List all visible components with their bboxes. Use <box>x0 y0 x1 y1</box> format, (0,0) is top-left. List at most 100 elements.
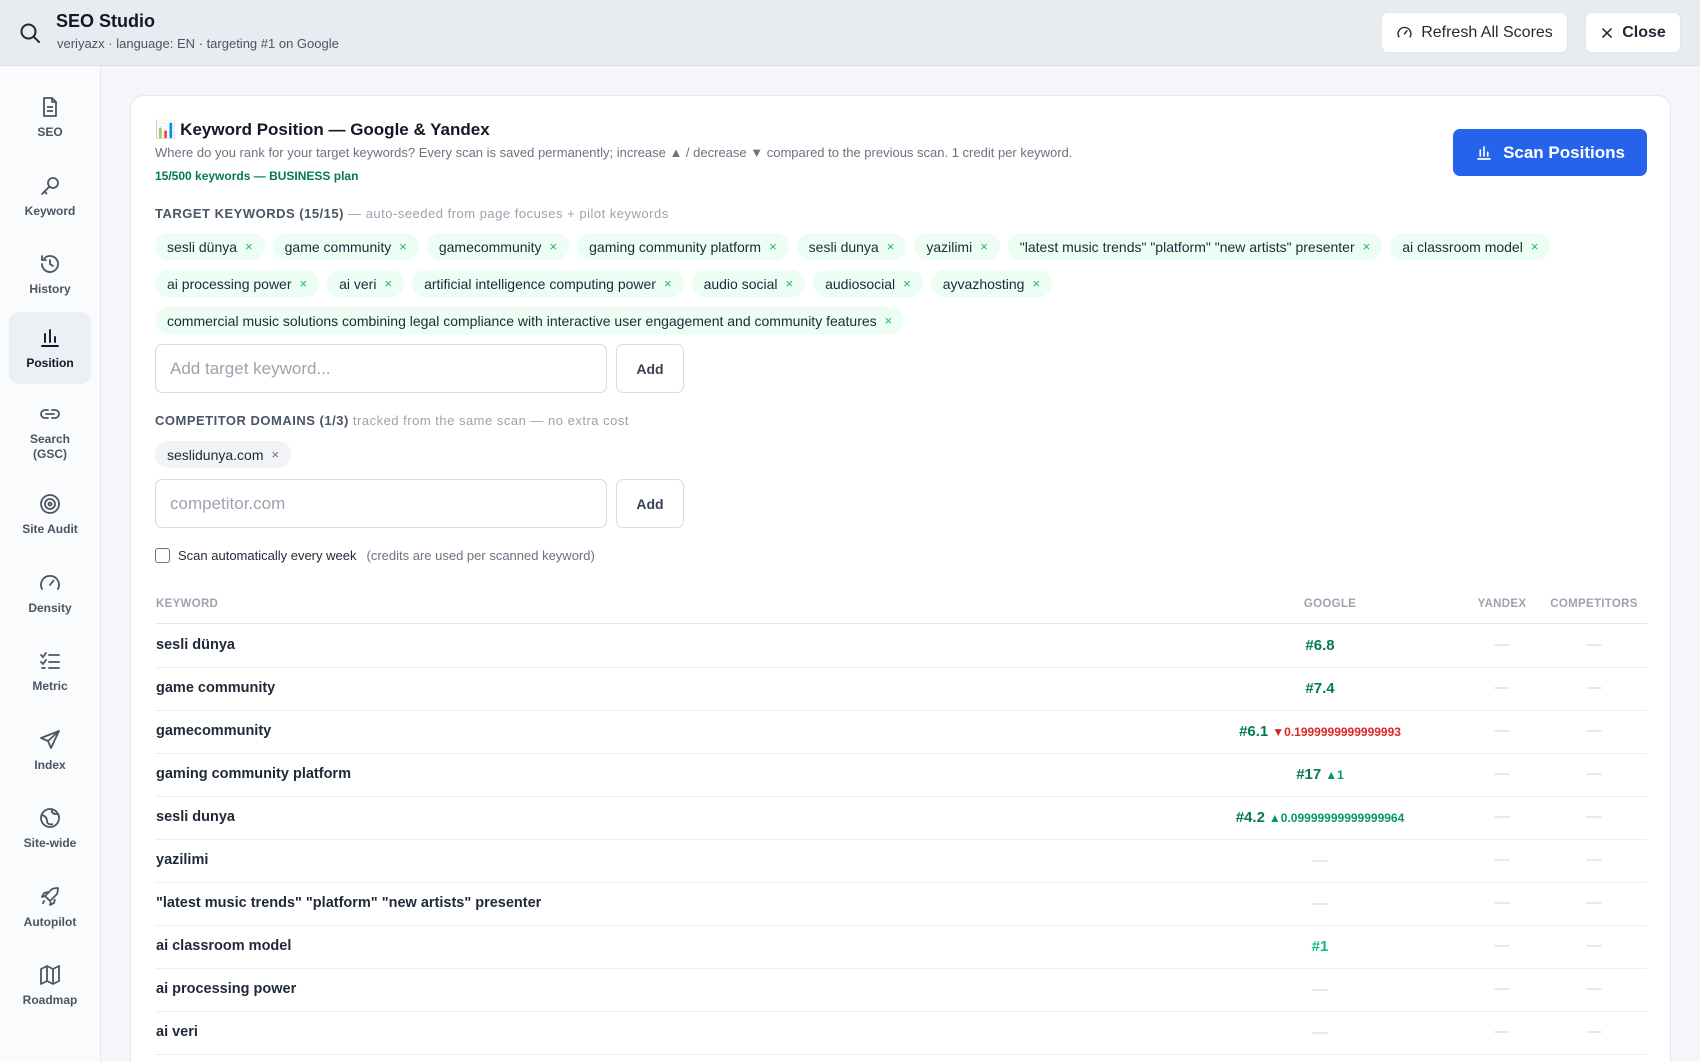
table-row: yazilimi — — — <box>155 839 1647 883</box>
competitor-chip-label: seslidunya.com <box>167 446 264 463</box>
column-competitors: COMPETITORS <box>1550 598 1638 610</box>
row-keyword: ai classroom model <box>156 938 292 954</box>
keyword-chip: gaming community platform × <box>577 233 789 260</box>
table-row: "latest music trends" "platform" "new ar… <box>155 882 1647 926</box>
keyword-chip: ai veri × <box>327 270 405 297</box>
keyword-chip: artificial intelligence computing power × <box>412 270 684 297</box>
yandex-cell: — <box>1494 636 1510 653</box>
keyword-input[interactable] <box>155 344 607 393</box>
add-competitor-button[interactable]: Add <box>616 479 684 528</box>
remove-chip-icon[interactable]: × <box>245 239 253 254</box>
refresh-label: Refresh All Scores <box>1421 23 1553 41</box>
yandex-cell: — <box>1494 679 1510 696</box>
sidebar-item-label: Metric <box>32 678 68 693</box>
column-yandex: YANDEX <box>1477 598 1527 610</box>
remove-chip-icon[interactable]: × <box>272 447 280 462</box>
table-row: ai processing power — — — <box>155 968 1647 1012</box>
remove-chip-icon[interactable]: × <box>885 313 893 328</box>
row-keyword: sesli dunya <box>156 809 235 825</box>
keyword-chip: "latest music trends" "platform" "new ar… <box>1007 233 1383 260</box>
remove-chip-icon[interactable]: × <box>1363 239 1371 254</box>
weekly-scan-label: Scan automatically every week <box>178 548 357 563</box>
checklist-icon <box>40 651 60 669</box>
remove-chip-icon[interactable]: × <box>1531 239 1539 254</box>
keyword-chip-label: audio social <box>703 275 778 292</box>
sidebar-item-keyword[interactable]: Keyword <box>9 160 91 232</box>
competitors-cell: — <box>1586 808 1602 825</box>
scan-positions-button[interactable]: Scan Positions <box>1453 129 1647 176</box>
weekly-scan-option[interactable]: Scan automatically every week (credits a… <box>155 548 595 563</box>
remove-chip-icon[interactable]: × <box>399 239 407 254</box>
yandex-cell: — <box>1494 980 1510 997</box>
google-position: #1 <box>1311 938 1329 955</box>
yandex-cell: — <box>1494 937 1510 954</box>
add-keyword-button[interactable]: Add <box>616 344 684 393</box>
keyword-chip: yazilimi × <box>914 233 1000 260</box>
google-empty: — <box>1312 981 1328 998</box>
search-icon[interactable] <box>18 21 42 45</box>
remove-chip-icon[interactable]: × <box>887 239 895 254</box>
competitors-cell: — <box>1586 636 1602 653</box>
table-row: ai classroom model #1 — — <box>155 925 1647 969</box>
google-position: #4.2 <box>1235 809 1265 826</box>
remove-chip-icon[interactable]: × <box>769 239 777 254</box>
position-delta: ▲1 <box>1325 768 1344 782</box>
keyword-chip-label: game community <box>284 238 392 255</box>
competitors-cell: — <box>1586 1023 1602 1040</box>
keyword-chip-label: ai processing power <box>167 275 292 292</box>
remove-chip-icon[interactable]: × <box>980 239 988 254</box>
target-keyword-chips: sesli dünya × game community × gamecommunity… <box>155 233 1655 334</box>
keyword-chip-label: gaming community platform <box>589 238 762 255</box>
remove-chip-icon[interactable]: × <box>300 276 308 291</box>
remove-chip-icon[interactable]: × <box>1032 276 1040 291</box>
sidebar-item-index[interactable]: Index <box>9 714 91 786</box>
competitors-cell: — <box>1586 722 1602 739</box>
table-row: gamecommunity #6.1 ▼0.1999999999999993 — — <box>155 710 1647 754</box>
sidebar-item-label: Site-wide <box>23 835 77 850</box>
sidebar-item-metric[interactable]: Metric <box>9 635 91 707</box>
section-title-text: Keyword Position — Google & Yandex <box>180 120 490 139</box>
globe-icon <box>40 807 60 828</box>
row-keyword: ai veri <box>156 1024 198 1040</box>
refresh-all-scores-button[interactable]: Refresh All Scores <box>1381 12 1568 53</box>
competitor-domains-label: COMPETITOR DOMAINS (1/3) tracked from th… <box>155 413 629 428</box>
sidebar-item-label: Index <box>34 757 66 772</box>
target-icon <box>40 493 60 514</box>
weekly-scan-checkbox[interactable] <box>155 548 170 563</box>
position-delta: ▼0.1999999999999993 <box>1272 725 1401 739</box>
sidebar-item-seo[interactable]: SEO <box>9 81 91 153</box>
competitor-domains-heading: COMPETITOR DOMAINS (1/3) <box>155 413 349 428</box>
table-header: KEYWORD GOOGLE YANDEX COMPETITORS <box>155 596 1647 624</box>
app-title: SEO Studio <box>56 11 155 31</box>
remove-chip-icon[interactable]: × <box>550 239 558 254</box>
link-icon <box>40 409 60 419</box>
sidebar-item-history[interactable]: History <box>9 238 91 310</box>
sidebar-item-search-gsc[interactable]: Search (GSC) <box>9 392 91 472</box>
keyword-chip-label: ai veri <box>339 275 377 292</box>
row-keyword: "latest music trends" "platform" "new ar… <box>156 895 542 911</box>
close-button[interactable]: Close <box>1585 12 1681 53</box>
sidebar-item-autopilot[interactable]: Autopilot <box>9 871 91 943</box>
sidebar-item-density[interactable]: Density <box>9 557 91 629</box>
section-title: 📊 Keyword Position — Google & Yandex <box>155 120 490 140</box>
sidebar-item-roadmap[interactable]: Roadmap <box>9 949 91 1021</box>
remove-chip-icon[interactable]: × <box>384 276 392 291</box>
keyword-chip-label: ayvazhosting <box>942 275 1025 292</box>
row-keyword: gamecommunity <box>156 723 272 739</box>
competitor-input[interactable] <box>155 479 607 528</box>
sidebar-item-label: Keyword <box>24 203 76 218</box>
remove-chip-icon[interactable]: × <box>786 276 794 291</box>
keyword-chip-label: "latest music trends" "platform" "new ar… <box>1019 238 1355 255</box>
sidebar-item-label: SEO <box>37 124 63 139</box>
competitor-domains-note: tracked from the same scan — no extra co… <box>352 413 629 428</box>
keyword-chip: audio social × <box>691 270 806 297</box>
sidebar-item-site-audit[interactable]: Site Audit <box>9 478 91 550</box>
remove-chip-icon[interactable]: × <box>664 276 672 291</box>
remove-chip-icon[interactable]: × <box>903 276 911 291</box>
sidebar-item-position[interactable]: Position <box>9 312 91 384</box>
sidebar-item-site-wide[interactable]: Site-wide <box>9 792 91 864</box>
yandex-cell: — <box>1494 765 1510 782</box>
keyword-chip-label: commercial music solutions combining leg… <box>167 312 877 329</box>
competitors-cell: — <box>1586 980 1602 997</box>
table-row: game community #7.4 — — <box>155 667 1647 711</box>
